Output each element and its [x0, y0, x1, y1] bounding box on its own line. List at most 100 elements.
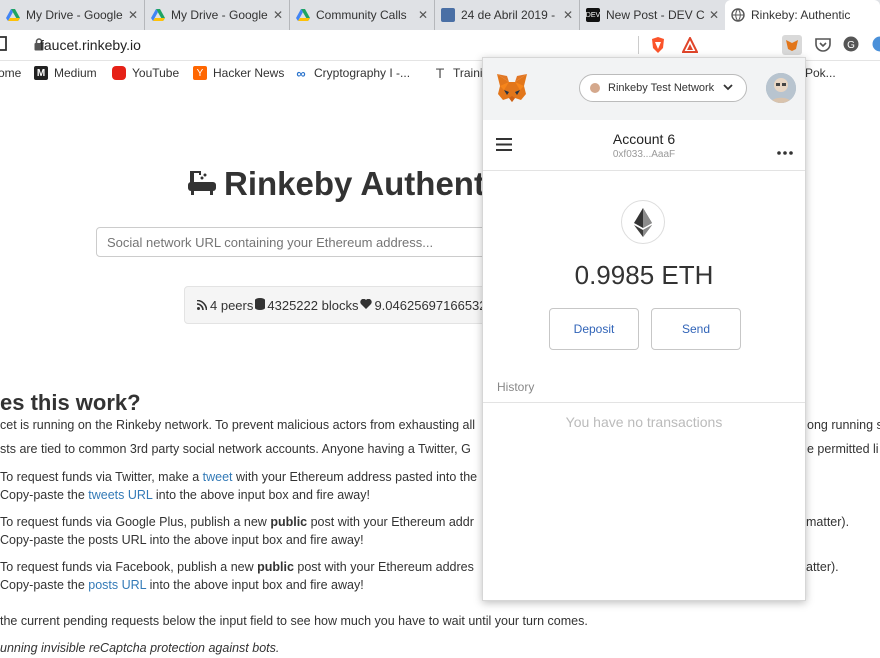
grammarly-icon[interactable]: G [843, 36, 859, 57]
tab-title: Rinkeby: Authentic [751, 8, 851, 22]
divider [483, 402, 805, 403]
document-icon [441, 8, 455, 22]
posts-url-link[interactable]: posts URL [88, 578, 146, 592]
twitter-line-2: Copy-paste the tweets URL into the above… [0, 488, 370, 502]
extension-icon[interactable] [872, 36, 880, 57]
bookmark-training[interactable]: T Traini [433, 65, 483, 81]
divider [638, 36, 639, 54]
database-icon [255, 297, 266, 313]
chevron-down-icon [723, 82, 733, 94]
rss-icon [196, 298, 208, 313]
svg-text:G: G [847, 40, 855, 51]
metamask-extension-icon[interactable] [782, 35, 802, 55]
pocket-icon[interactable] [815, 37, 831, 57]
peers-count: 4 peers [210, 297, 254, 313]
facebook-line-2: Copy-paste the posts URL into the above … [0, 578, 364, 592]
text: post with your Ethereum addres [293, 560, 474, 574]
more-options-icon[interactable] [777, 142, 793, 160]
close-tab-icon[interactable]: ✕ [128, 8, 138, 22]
history-label: History [497, 380, 535, 394]
medium-icon: M [34, 66, 48, 80]
facebook-line-1-tail: atter). [806, 560, 839, 574]
text: To request funds via Facebook, publish a… [0, 560, 258, 574]
how-it-works-heading: es this work? [0, 390, 141, 415]
bookmark-hacker-news[interactable]: Y Hacker News [193, 66, 284, 80]
deposit-button[interactable]: Deposit [549, 308, 639, 350]
tab-google-doc[interactable]: 24 de Abril 2019 - ✕ [435, 0, 580, 30]
intro-line-1: cet is running on the Rinkeby network. T… [0, 418, 476, 432]
tweet-link[interactable]: tweet [203, 470, 233, 484]
tab-strip: My Drive - Google ✕ My Drive - Google ✕ … [0, 0, 880, 30]
close-tab-icon[interactable]: ✕ [563, 8, 573, 22]
text: into the above input box and fire away! [146, 578, 364, 592]
text: To request funds via Google Plus, publis… [0, 515, 271, 529]
text: public [257, 560, 294, 574]
tab-title: New Post - DEV C [606, 8, 705, 22]
google-drive-icon [296, 8, 310, 22]
dev-icon: DEV [586, 8, 600, 22]
metamask-fox-logo[interactable] [495, 72, 529, 109]
text: public [270, 515, 308, 529]
bookmark-star-icon[interactable] [0, 36, 8, 51]
tab-rinkeby-active[interactable]: Rinkeby: Authentic [725, 0, 880, 30]
bookmark-label: Cryptography I -... [314, 66, 411, 80]
account-bar: Account 6 0xf033...AaaF [483, 120, 805, 171]
google-plus-line-1-tail: matter). [806, 515, 850, 529]
tab-title: Community Calls [316, 8, 407, 22]
tab-my-drive-1[interactable]: My Drive - Google ✕ [0, 0, 145, 30]
address-bar-url[interactable]: faucet.rinkeby.io [40, 37, 141, 53]
account-name[interactable]: Account 6 [483, 131, 805, 147]
youtube-icon [112, 66, 126, 80]
account-avatar[interactable] [766, 73, 796, 103]
send-button[interactable]: Send [651, 308, 741, 350]
globe-icon [731, 8, 745, 22]
text: Copy-paste the [0, 488, 89, 502]
metamask-header: Rinkeby Test Network [483, 58, 805, 120]
page-title: Rinkeby Authenti [224, 165, 495, 202]
ethereum-icon [621, 200, 665, 244]
twitter-line-1: To request funds via Twitter, make a twe… [0, 470, 477, 484]
bookmark-label: ome [0, 66, 22, 80]
blocks-count: 4325222 blocks [267, 297, 359, 313]
no-transactions-message: You have no transactions [565, 414, 723, 430]
faucet-stats-bar: 4 peers 4325222 blocks 9.04625697166532 [184, 286, 504, 324]
tab-community-calls[interactable]: Community Calls ✕ [290, 0, 435, 30]
account-address[interactable]: 0xf033...AaaF [483, 149, 805, 160]
brave-rewards-icon[interactable] [681, 35, 699, 58]
bookmark-label: Medium [54, 66, 97, 80]
text: into the above input box and fire away! [152, 488, 370, 502]
bookmark-label: YouTube [132, 66, 180, 80]
coursera-icon: ∞ [296, 65, 306, 81]
brave-shield-icon[interactable] [650, 36, 666, 59]
network-selector[interactable]: Rinkeby Test Network [579, 74, 747, 102]
intro-line-1-tail: ong running s [807, 418, 880, 432]
social-url-input[interactable] [96, 227, 496, 257]
bookmark-home[interactable]: ome [0, 66, 21, 80]
recaptcha-note: unning invisible reCaptcha protection ag… [0, 641, 280, 655]
metamask-popup: Rinkeby Test Network Account 6 0xf033...… [482, 57, 806, 601]
bookmark-medium[interactable]: M Medium [34, 66, 97, 80]
bookmark-label: Hacker News [213, 66, 285, 80]
training-icon: T [435, 65, 445, 81]
bookmark-pok[interactable]: Pok... [805, 66, 836, 80]
intro-line-2-tail: e permitted li [807, 442, 879, 456]
tab-my-drive-2[interactable]: My Drive - Google ✕ [145, 0, 290, 30]
text: To request funds via Twitter, make a [0, 470, 203, 484]
bookmark-youtube[interactable]: YouTube [112, 66, 179, 80]
google-drive-icon [151, 8, 165, 22]
google-drive-icon [6, 8, 20, 22]
close-tab-icon[interactable]: ✕ [418, 8, 428, 22]
close-tab-icon[interactable]: ✕ [709, 8, 719, 22]
tab-dev-new-post[interactable]: DEV New Post - DEV C ✕ [580, 0, 725, 30]
bathtub-icon [186, 168, 218, 206]
bookmark-label: Pok... [805, 66, 836, 80]
text: with your Ethereum address pasted into t… [232, 470, 478, 484]
network-status-dot [590, 83, 600, 93]
google-plus-line-1: To request funds via Google Plus, publis… [0, 515, 474, 529]
bookmark-cryptography[interactable]: ∞ Cryptography I -... [294, 65, 411, 81]
tab-title: My Drive - Google [26, 8, 123, 22]
tweets-url-link[interactable]: tweets URL [88, 488, 152, 502]
close-tab-icon[interactable]: ✕ [273, 8, 283, 22]
text: post with your Ethereum addr [307, 515, 474, 529]
eth-balance: 0.9985 ETH [574, 260, 714, 290]
